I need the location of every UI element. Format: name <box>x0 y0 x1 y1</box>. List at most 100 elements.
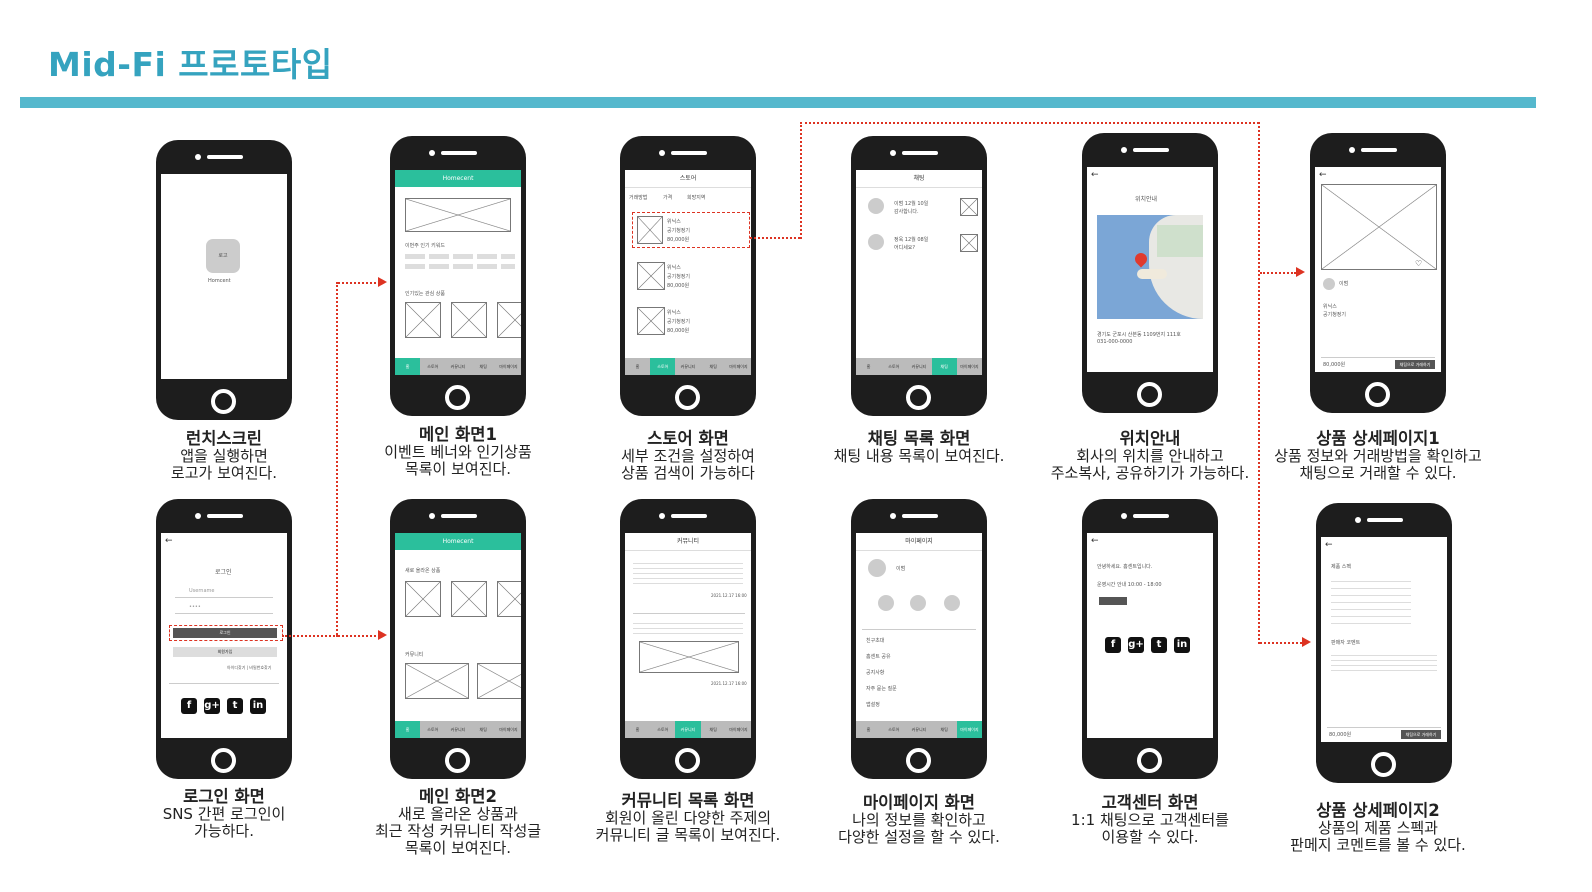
tumblr-icon[interactable]: t <box>1151 637 1167 653</box>
map[interactable] <box>1097 215 1203 319</box>
nav-chat[interactable]: 채팅 <box>931 358 957 375</box>
bottom-nav: 홈 스토어 커뮤니티 채팅 마이페이지 <box>395 721 521 738</box>
nav-community[interactable]: 커뮤니티 <box>906 358 931 375</box>
login-back[interactable]: ← <box>161 533 287 550</box>
product-image[interactable] <box>1321 184 1437 270</box>
nav-chat[interactable]: 채팅 <box>471 721 496 738</box>
location-title: 위치안내 <box>1135 196 1158 203</box>
nav-mypage[interactable]: 마이페이지 <box>496 721 521 738</box>
avatar <box>1323 278 1335 290</box>
arrow-head-icon <box>1302 637 1311 647</box>
username-field[interactable]: Username <box>175 585 273 598</box>
filter-region[interactable]: 희망지역 <box>687 194 705 201</box>
menu-faq[interactable]: 자주 묻는 질문 <box>866 685 897 692</box>
back-arrow-icon[interactable]: ← <box>1325 537 1333 554</box>
nav-mypage[interactable]: 마이페이지 <box>956 721 982 738</box>
menu-share[interactable]: 홈센트 공유 <box>866 653 891 660</box>
arrow-head-icon <box>1296 267 1305 277</box>
nav-store[interactable]: 스토어 <box>881 721 906 738</box>
login-button[interactable]: 로그인 <box>173 628 277 638</box>
nav-home[interactable]: 홈 <box>625 721 650 738</box>
product-thumb[interactable] <box>497 581 521 617</box>
nav-community[interactable]: 커뮤니티 <box>445 721 470 738</box>
filter-method[interactable]: 거래방법 <box>629 194 647 201</box>
chat-button[interactable] <box>1099 597 1127 605</box>
nav-community[interactable]: 커뮤니티 <box>675 721 701 738</box>
community-thumb[interactable] <box>405 663 469 699</box>
chat-trade-button[interactable]: 채팅으로 거래하기 <box>1395 360 1435 369</box>
nav-home[interactable]: 홈 <box>856 721 881 738</box>
store-header: 스토어 <box>625 170 751 188</box>
signup-button[interactable]: 회원가입 <box>173 647 277 657</box>
find-links[interactable]: 아이디찾기 | 비밀번호찾기 <box>227 665 271 671</box>
item-thumb[interactable] <box>637 262 665 290</box>
back-arrow-icon[interactable]: ← <box>1319 167 1327 184</box>
menu-settings[interactable]: 앱설정 <box>866 701 880 708</box>
chat-thumb[interactable] <box>960 234 978 252</box>
facebook-icon[interactable]: f <box>181 698 197 714</box>
nav-home[interactable]: 홈 <box>856 358 881 375</box>
seller-comment <box>1331 651 1437 673</box>
nav-home[interactable]: 홈 <box>395 358 421 375</box>
google-plus-icon[interactable]: g+ <box>204 698 220 714</box>
back-arrow-icon[interactable]: ← <box>165 533 173 550</box>
purchase-icon[interactable] <box>910 595 926 611</box>
menu-notice[interactable]: 공지사항 <box>866 669 884 676</box>
post-preview[interactable] <box>633 559 743 585</box>
nav-chat[interactable]: 채팅 <box>701 358 726 375</box>
filter-price[interactable]: 가격 <box>663 194 672 201</box>
nav-home[interactable]: 홈 <box>395 721 421 738</box>
facebook-icon[interactable]: f <box>1105 637 1121 653</box>
detail-back[interactable]: ← <box>1315 167 1441 184</box>
nav-community[interactable]: 커뮤니티 <box>675 358 700 375</box>
item-thumb[interactable] <box>637 307 665 335</box>
product-thumb[interactable] <box>497 302 521 338</box>
nav-home[interactable]: 홈 <box>625 358 650 375</box>
product-thumb[interactable] <box>451 302 487 338</box>
caption-detail2: 상품 상세페이지2 상품의 제품 스펙과 판메지 코멘트를 볼 수 있다. <box>1258 802 1498 854</box>
nav-mypage[interactable]: 마이페이지 <box>496 358 521 375</box>
menu-invite[interactable]: 친구초대 <box>866 637 884 644</box>
nav-store[interactable]: 스토어 <box>881 358 906 375</box>
chat-trade-button[interactable]: 채팅으로 거래하기 <box>1401 730 1441 739</box>
product-thumb[interactable] <box>451 581 487 617</box>
nav-chat[interactable]: 채팅 <box>471 358 496 375</box>
post-image[interactable] <box>639 641 739 673</box>
nav-store[interactable]: 스토어 <box>650 358 676 375</box>
nav-mypage[interactable]: 마이페이지 <box>957 358 982 375</box>
sales-icon[interactable] <box>878 595 894 611</box>
password-field[interactable]: •••• <box>175 601 273 614</box>
event-banner[interactable] <box>405 198 511 232</box>
product-thumb[interactable] <box>405 302 441 338</box>
main2-screen: Homecent 새로 올라온 상품 커뮤니티 홈 스토어 커뮤니티 채팅 마이… <box>395 533 521 738</box>
back-arrow-icon[interactable]: ← <box>1091 167 1099 184</box>
location-address: 경기도 군포시 산본동 1109번지 111호 <box>1097 332 1181 338</box>
phone-login: ← 로그인 Username •••• 로그인 회원가입 아이디찾기 | 비밀번… <box>156 499 292 779</box>
nav-chat[interactable]: 채팅 <box>701 721 726 738</box>
nav-store[interactable]: 스토어 <box>420 358 445 375</box>
nav-store[interactable]: 스토어 <box>420 721 445 738</box>
location-back[interactable]: ← <box>1087 167 1213 184</box>
nav-community[interactable]: 커뮤니티 <box>906 721 931 738</box>
linkedin-icon[interactable]: in <box>250 698 266 714</box>
detail2-back[interactable]: ← <box>1321 537 1447 554</box>
nav-chat[interactable]: 채팅 <box>932 721 957 738</box>
post-preview[interactable] <box>633 619 743 637</box>
wishlist-icon[interactable] <box>944 595 960 611</box>
chat-thumb[interactable] <box>960 198 978 216</box>
nav-mypage[interactable]: 마이페이지 <box>726 358 751 375</box>
back-arrow-icon[interactable]: ← <box>1091 533 1099 550</box>
nav-community[interactable]: 커뮤니티 <box>445 358 470 375</box>
nav-store[interactable]: 스토어 <box>650 721 675 738</box>
linkedin-icon[interactable]: in <box>1174 637 1190 653</box>
tumblr-icon[interactable]: t <box>227 698 243 714</box>
product-thumb[interactable] <box>405 581 441 617</box>
support-back[interactable]: ← <box>1087 533 1213 550</box>
google-plus-icon[interactable]: g+ <box>1128 637 1144 653</box>
community-thumb[interactable] <box>477 663 521 699</box>
item-thumb[interactable] <box>637 216 663 244</box>
heart-icon[interactable]: ♡ <box>1415 259 1422 268</box>
section-keywords: 이번주 인기 키워드 <box>405 243 445 249</box>
phone-mypage: 마이페이지 이범 친구초대 홈센트 공유 공지사항 자주 묻는 질문 앱설정 홈… <box>851 499 987 779</box>
nav-mypage[interactable]: 마이페이지 <box>726 721 751 738</box>
